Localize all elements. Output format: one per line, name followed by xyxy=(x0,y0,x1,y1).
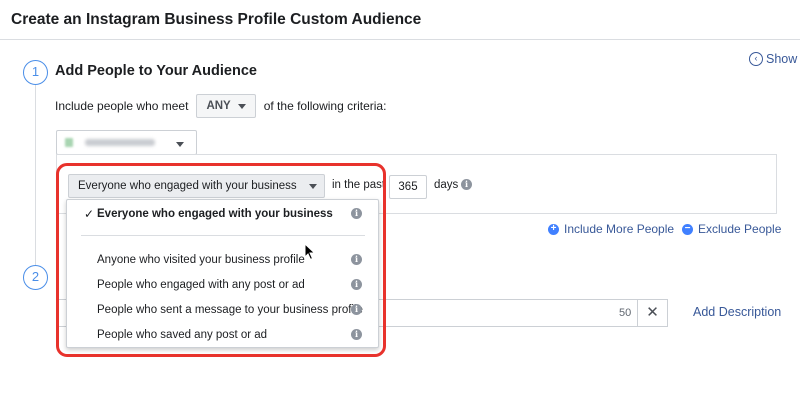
option-label: People who engaged with any post or ad xyxy=(97,279,305,291)
caret-down-icon xyxy=(237,103,246,109)
option-label: Everyone who engaged with your business xyxy=(97,208,333,220)
criteria-suffix: of the following criteria: xyxy=(263,99,387,113)
dropdown-option[interactable]: People who sent a message to your busine… xyxy=(67,299,378,321)
option-label: Anyone who visited your business profile xyxy=(97,254,305,266)
step-1-indicator: 1 xyxy=(23,60,48,85)
dropdown-option[interactable]: People who saved any post or ad i xyxy=(67,324,378,346)
step-connector-line xyxy=(35,83,36,265)
dialog-header: Create an Instagram Business Profile Cus… xyxy=(0,0,800,40)
retention-days-input[interactable]: 365 xyxy=(389,175,427,199)
info-icon[interactable]: i xyxy=(351,279,362,290)
dialog-title: Create an Instagram Business Profile Cus… xyxy=(11,11,422,28)
info-icon[interactable]: i xyxy=(461,179,472,190)
caret-down-icon xyxy=(176,142,184,147)
char-count: 50 xyxy=(619,307,632,319)
engagement-dropdown-menu: ✓ Everyone who engaged with your busines… xyxy=(66,199,379,348)
plus-circle-icon: + xyxy=(548,223,559,235)
include-more-label: Include More People xyxy=(564,222,675,236)
dropdown-divider xyxy=(81,235,365,236)
minus-circle-icon: − xyxy=(682,223,693,235)
section-title: Add People to Your Audience xyxy=(55,63,257,79)
dropdown-option[interactable]: People who engaged with any post or ad i xyxy=(67,274,378,296)
match-type-dropdown[interactable]: ANY xyxy=(196,94,256,118)
info-icon[interactable]: i xyxy=(351,208,362,219)
clear-button[interactable]: ✕ xyxy=(637,299,668,327)
account-avatar xyxy=(65,138,73,147)
show-link-label: Show xyxy=(766,52,798,66)
dropdown-option-selected[interactable]: ✓ Everyone who engaged with your busines… xyxy=(67,203,378,225)
criteria-row: Include people who meet ANY of the follo… xyxy=(55,93,386,119)
info-icon[interactable]: i xyxy=(351,329,362,340)
dropdown-option[interactable]: Anyone who visited your business profile… xyxy=(67,249,378,271)
step-2-indicator: 2 xyxy=(23,265,48,290)
match-type-value: ANY xyxy=(206,100,231,112)
option-label: People who sent a message to your busine… xyxy=(97,304,363,316)
account-name-redacted xyxy=(85,139,155,146)
exclude-people-link[interactable]: − Exclude People xyxy=(682,222,781,236)
info-icon[interactable]: i xyxy=(351,304,362,315)
option-label: People who saved any post or ad xyxy=(97,329,268,341)
include-more-people-link[interactable]: + Include More People xyxy=(548,222,674,236)
days-label: days xyxy=(434,179,459,191)
info-icon[interactable]: i xyxy=(351,254,362,265)
criteria-prefix: Include people who meet xyxy=(55,99,189,113)
chevron-left-icon: ‹ xyxy=(749,52,763,66)
checkmark-icon: ✓ xyxy=(84,207,95,221)
add-description-link[interactable]: Add Description xyxy=(693,305,781,319)
account-selector[interactable] xyxy=(56,130,197,155)
show-link[interactable]: ‹ Show xyxy=(749,52,797,66)
exclude-label: Exclude People xyxy=(698,222,782,236)
mouse-cursor-icon xyxy=(304,243,316,261)
